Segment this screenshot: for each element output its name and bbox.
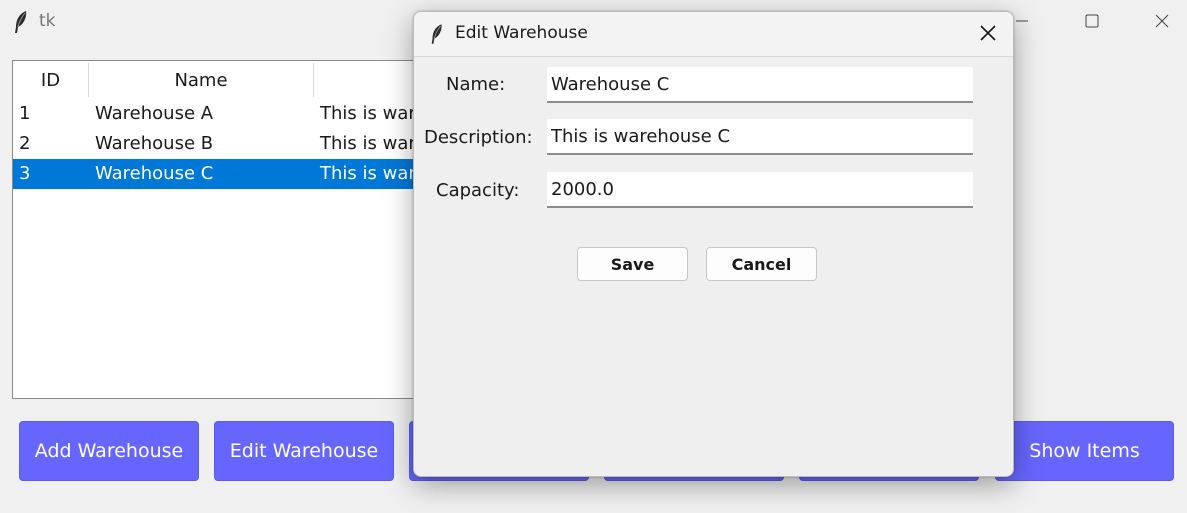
close-icon [980,25,996,45]
window-title: tk [39,11,56,31]
save-button[interactable]: Save [577,247,688,281]
dialog-close-button[interactable] [970,19,1006,51]
feather-icon [429,22,445,46]
dialog-titlebar: Edit Warehouse [414,12,1013,57]
edit-warehouse-dialog: Edit Warehouse Name: Description: Capaci… [413,11,1014,477]
row-description: This is war [320,163,416,184]
maximize-icon [1085,13,1099,32]
close-icon [1155,13,1169,32]
row-id: 1 [19,103,31,124]
capacity-field[interactable] [547,172,973,208]
description-label: Description: [424,127,533,148]
row-description: This is war [320,133,416,154]
description-field[interactable] [547,119,973,155]
close-button[interactable] [1140,6,1184,38]
name-label: Name: [446,74,506,95]
dialog-title: Edit Warehouse [455,23,588,43]
maximize-button[interactable] [1070,6,1114,38]
add-warehouse-button[interactable]: Add Warehouse [19,421,199,481]
capacity-label: Capacity: [436,180,520,201]
column-header-name[interactable]: Name [89,61,313,99]
name-field[interactable] [547,67,973,103]
row-name: Warehouse C [95,163,214,184]
row-id: 3 [19,163,31,184]
column-header-id[interactable]: ID [13,61,88,99]
feather-icon [12,10,30,34]
row-id: 2 [19,133,31,154]
row-name: Warehouse B [95,133,214,154]
show-items-button[interactable]: Show Items [995,421,1174,481]
cancel-button[interactable]: Cancel [706,247,817,281]
minimize-icon [1015,13,1029,32]
row-description: This is war [320,103,416,124]
row-name: Warehouse A [95,103,214,124]
edit-warehouse-button[interactable]: Edit Warehouse [214,421,394,481]
